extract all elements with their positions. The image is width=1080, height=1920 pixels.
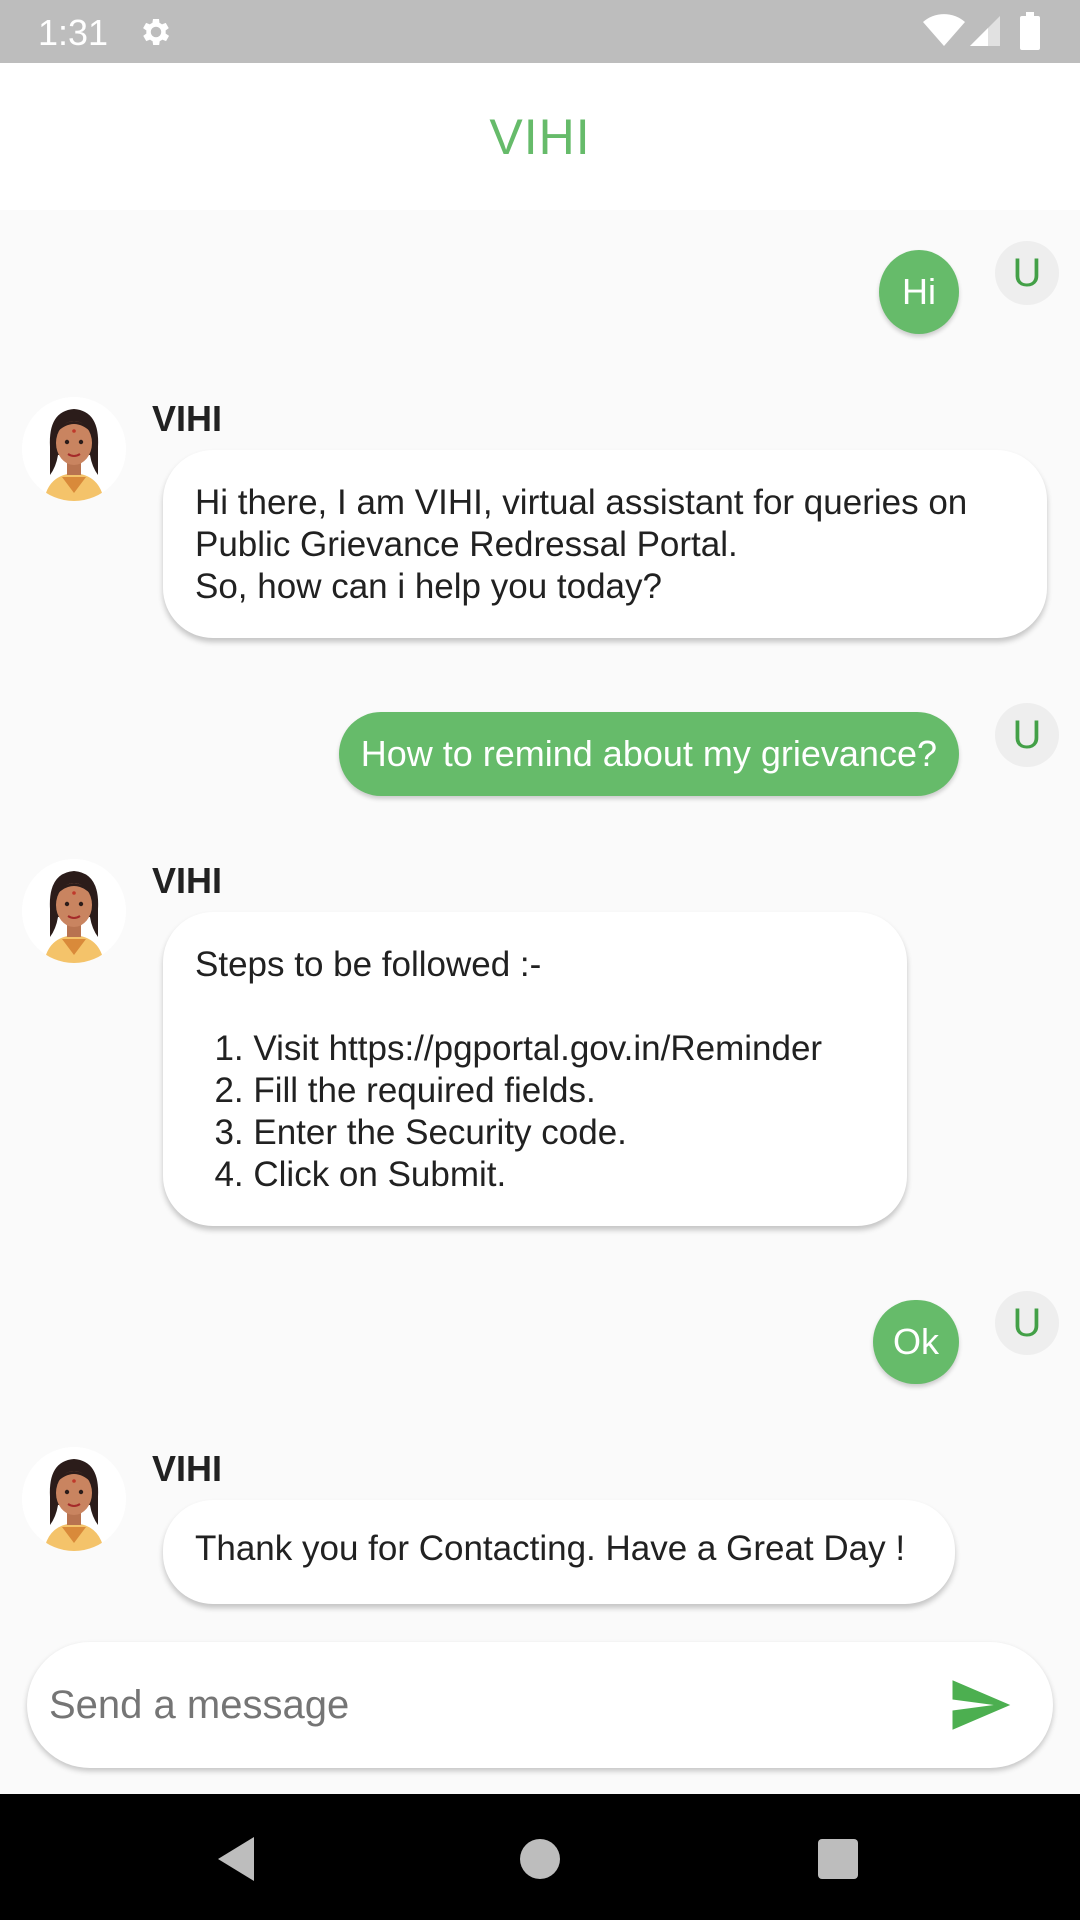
user-message-bubble: How to remind about my grievance? — [338, 712, 959, 796]
message-composer — [27, 1642, 1053, 1768]
send-icon — [952, 1680, 1011, 1730]
bot-name: VIHI — [152, 860, 223, 901]
signal-icon — [970, 16, 1000, 46]
app-bar: VIHI — [0, 63, 1080, 210]
chat-list[interactable]: Hi U VIHI Hi there, I am VIHI, virtual a… — [0, 210, 1080, 1640]
user-message-bubble: Hi — [879, 250, 959, 334]
user-avatar: U — [995, 241, 1059, 305]
status-time: 1:31 — [38, 12, 109, 53]
assistant-portrait-icon — [22, 397, 126, 501]
user-avatar: U — [995, 703, 1059, 767]
bot-name: VIHI — [152, 1448, 223, 1489]
app-title: VIHI — [489, 108, 591, 165]
wifi-icon — [923, 14, 965, 46]
assistant-portrait-icon — [22, 859, 126, 963]
gear-icon — [143, 18, 170, 46]
home-icon[interactable] — [512, 1831, 568, 1887]
bot-avatar — [22, 397, 126, 501]
assistant-portrait-icon — [22, 1447, 126, 1551]
system-nav-bar — [0, 1794, 1080, 1920]
send-button[interactable] — [947, 1672, 1013, 1738]
bot-message-bubble: Thank you for Contacting. Have a Great D… — [163, 1500, 955, 1604]
bot-message-text: Hi there, I am VIHI, virtual assistant f… — [195, 483, 968, 606]
status-bar: 1:31 — [0, 0, 1080, 63]
back-icon[interactable] — [210, 1831, 266, 1887]
bot-message-bubble: Hi there, I am VIHI, virtual assistant f… — [163, 450, 1047, 638]
recents-icon[interactable] — [810, 1831, 866, 1887]
message-input[interactable] — [49, 1675, 909, 1735]
user-message-bubble: Ok — [873, 1300, 959, 1384]
bot-avatar — [22, 1447, 126, 1551]
battery-icon — [1020, 12, 1040, 50]
user-avatar: U — [995, 1291, 1059, 1355]
bot-message-bubble: Steps to be followed :- 1. Visit https:/… — [163, 912, 907, 1226]
bot-avatar — [22, 859, 126, 963]
bot-message-text: Steps to be followed :- 1. Visit https:/… — [195, 945, 823, 1194]
bot-name: VIHI — [152, 398, 223, 439]
bot-message-text: Thank you for Contacting. Have a Great D… — [195, 1529, 906, 1568]
